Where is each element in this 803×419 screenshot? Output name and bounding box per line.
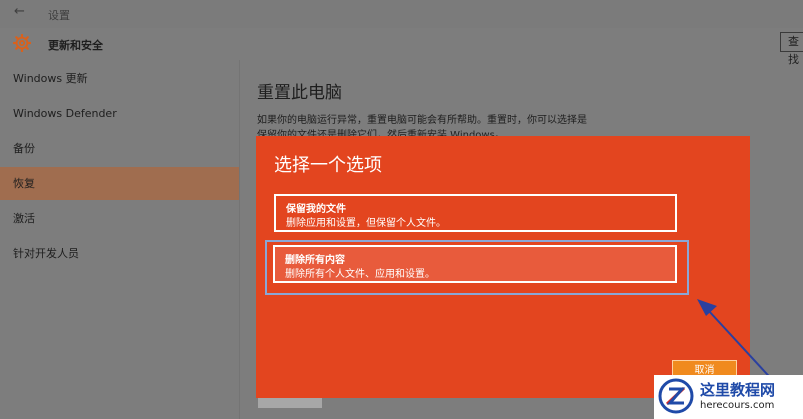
watermark-name: 这里教程网 [700, 381, 776, 399]
watermark: 这里教程网 herecours.com [654, 375, 803, 419]
watermark-url: herecours.com [700, 400, 775, 411]
watermark-logo-icon [658, 378, 694, 414]
annotation-arrow [697, 299, 801, 411]
settings-window: ← 设置 更新和安全 查找 Windows 更新 Windows Defende… [0, 0, 803, 419]
